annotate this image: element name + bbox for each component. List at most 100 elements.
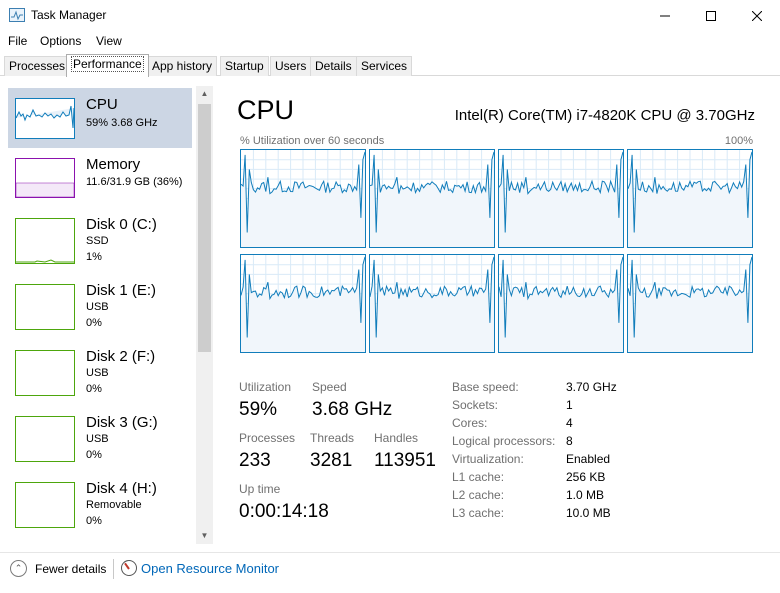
tab-startup[interactable]: Startup — [220, 56, 269, 76]
sidebar-scrollbar[interactable]: ▲ ▼ — [196, 86, 213, 544]
uptime-label: Up time — [239, 482, 281, 496]
task-manager-icon — [9, 8, 25, 22]
cpu-model-name: Intel(R) Core(TM) i7-4820K CPU @ 3.70GHz — [454, 107, 755, 124]
threads-value: 3281 — [310, 450, 353, 471]
cpu-core-graph-3 — [627, 149, 753, 248]
tab-performance[interactable]: Performance — [66, 54, 149, 77]
close-button[interactable] — [734, 0, 780, 31]
cpu-core-plot-5 — [369, 255, 495, 352]
spec-l2-cache-label: L2 cache: — [452, 488, 505, 502]
sidebar-item-disk-4[interactable]: Disk 4 (H:) Removable 0% — [8, 476, 192, 536]
graph-max-label: 100% — [724, 135, 753, 147]
footer-divider — [113, 559, 114, 579]
cpu-core-plot-0 — [240, 150, 366, 247]
cpu-core-plot-4 — [240, 255, 366, 352]
sidebar-item-memory[interactable]: Memory 11.6/31.9 GB (36%) — [8, 150, 192, 210]
scroll-down-arrow-icon[interactable]: ▼ — [196, 528, 213, 544]
uptime-value: 0:00:14:18 — [239, 501, 329, 522]
sidebar-disk-0-type: SSD — [86, 235, 109, 247]
sidebar-disk-2-name: Disk 2 (F:) — [86, 348, 156, 365]
sidebar-item-disk-1[interactable]: Disk 1 (E:) USB 0% — [8, 278, 192, 338]
spec-l3-cache-value: 10.0 MB — [566, 506, 611, 520]
tab-app-history[interactable]: App history — [147, 56, 218, 76]
sidebar-disk-1-usage: 0% — [86, 317, 102, 329]
disk-3-thumbnail-graph — [15, 416, 75, 462]
speed-label: Speed — [312, 380, 347, 394]
spec-l1-cache-label: L1 cache: — [452, 470, 505, 484]
cpu-core-graph-5 — [369, 254, 495, 353]
handles-value: 113951 — [374, 450, 436, 471]
threads-label: Threads — [310, 431, 355, 445]
fewer-details-link[interactable]: Fewer details — [35, 562, 106, 576]
menu-file[interactable]: File — [8, 34, 27, 48]
sidebar-disk-1-name: Disk 1 (E:) — [86, 282, 157, 299]
sidebar-disk-0-name: Disk 0 (C:) — [86, 216, 157, 233]
maximize-button[interactable] — [688, 0, 734, 31]
tab-details[interactable]: Details — [310, 56, 357, 76]
resource-monitor-icon[interactable] — [121, 560, 137, 576]
tab-strip: Processes Performance App history Startu… — [0, 51, 780, 77]
spec-virtualization-label: Virtualization: — [452, 452, 524, 466]
utilization-value: 59% — [239, 399, 278, 420]
spec-logical-processors-value: 8 — [566, 434, 573, 448]
menu-options[interactable]: Options — [40, 34, 81, 48]
cpu-core-graph-6 — [498, 254, 624, 353]
scroll-thumb[interactable] — [198, 104, 211, 352]
tab-services[interactable]: Services — [356, 56, 413, 76]
handles-label: Handles — [374, 431, 419, 445]
sidebar-memory-name: Memory — [86, 156, 141, 173]
spec-virtualization-value: Enabled — [566, 452, 611, 466]
cpu-core-plot-2 — [498, 150, 624, 247]
spec-l1-cache-value: 256 KB — [566, 470, 606, 484]
spec-base-speed-label: Base speed: — [452, 380, 519, 394]
sidebar-disk-1-type: USB — [86, 301, 109, 313]
graph-caption: % Utilization over 60 seconds — [240, 135, 385, 147]
processes-value: 233 — [239, 450, 271, 471]
cpu-core-plot-6 — [498, 255, 624, 352]
spec-cores-label: Cores: — [452, 416, 488, 430]
disk-1-thumbnail-graph — [15, 284, 75, 330]
chevron-up-icon[interactable]: ⌃ — [10, 560, 27, 577]
resource-sidebar: CPU 59% 3.68 GHz Memory 11.6/31.9 GB (36… — [0, 86, 196, 544]
sidebar-item-disk-3[interactable]: Disk 3 (G:) USB 0% — [8, 410, 192, 470]
tab-processes[interactable]: Processes — [4, 56, 71, 76]
menu-view[interactable]: View — [96, 34, 122, 48]
tab-performance-label: Performance — [71, 56, 144, 72]
sidebar-cpu-sub: 59% 3.68 GHz — [86, 117, 158, 129]
footer-bar: ⌃ Fewer details Open Resource Monitor — [0, 552, 780, 593]
memory-thumbnail-graph — [15, 158, 75, 198]
disk-4-thumbnail-graph — [15, 482, 75, 528]
sidebar-disk-3-type: USB — [86, 433, 109, 445]
minimize-button[interactable] — [642, 0, 688, 31]
window-title: Task Manager — [31, 8, 107, 22]
utilization-label: Utilization — [239, 380, 292, 394]
menu-bar: File Options View — [0, 31, 780, 51]
cpu-core-plot-3 — [627, 150, 753, 247]
cpu-core-graph-0 — [240, 149, 366, 248]
sidebar-disk-0-usage: 1% — [86, 251, 102, 263]
spec-l2-cache-value: 1.0 MB — [566, 488, 605, 502]
open-resource-monitor-link[interactable]: Open Resource Monitor — [141, 561, 279, 576]
page-title: CPU — [237, 95, 295, 125]
scroll-up-arrow-icon[interactable]: ▲ — [196, 86, 213, 102]
sidebar-disk-4-usage: 0% — [86, 515, 102, 527]
title-bar: Task Manager — [0, 0, 780, 31]
cpu-core-graph-2 — [498, 149, 624, 248]
cpu-core-plot-1 — [369, 150, 495, 247]
sidebar-item-disk-2[interactable]: Disk 2 (F:) USB 0% — [8, 344, 192, 404]
sidebar-disk-3-name: Disk 3 (G:) — [86, 414, 158, 431]
disk-0-thumbnail-graph — [15, 218, 75, 264]
spec-l3-cache-label: L3 cache: — [452, 506, 505, 520]
tab-users[interactable]: Users — [270, 56, 312, 76]
sidebar-disk-4-type: Removable — [86, 499, 142, 511]
cpu-core-graphs — [240, 149, 754, 355]
sidebar-disk-2-type: USB — [86, 367, 109, 379]
minimize-icon — [660, 15, 670, 16]
sidebar-item-cpu[interactable]: CPU 59% 3.68 GHz — [8, 88, 192, 148]
spec-cores-value: 4 — [566, 416, 573, 430]
sidebar-item-disk-0[interactable]: Disk 0 (C:) SSD 1% — [8, 212, 192, 272]
sidebar-disk-4-name: Disk 4 (H:) — [86, 480, 157, 497]
spec-logical-processors-label: Logical processors: — [452, 434, 556, 448]
close-icon — [752, 10, 762, 21]
cpu-thumbnail-graph — [15, 98, 75, 139]
